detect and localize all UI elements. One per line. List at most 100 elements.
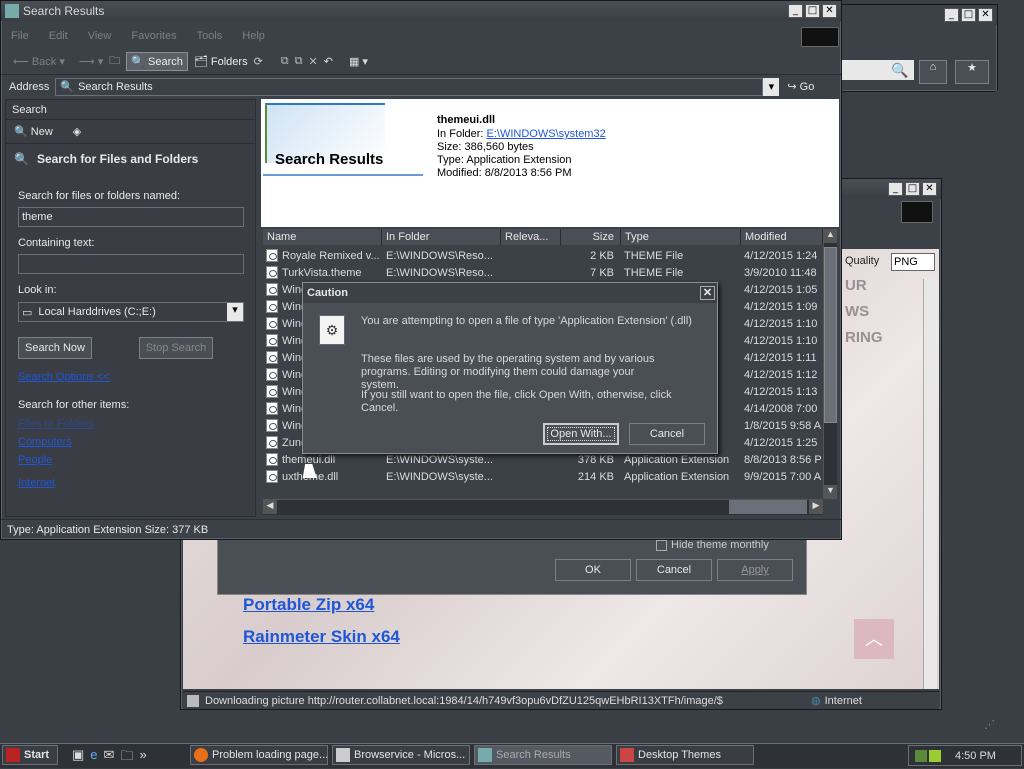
- favorites-icon[interactable]: ★: [955, 60, 989, 84]
- internet-link[interactable]: Internet: [18, 477, 55, 489]
- results-vscrollbar[interactable]: ▲ ▼: [823, 229, 837, 499]
- apply-button[interactable]: Apply: [717, 559, 793, 581]
- scroll-up-icon[interactable]: ▲: [824, 229, 837, 243]
- copy-to-icon[interactable]: ⧉: [295, 55, 303, 68]
- ok-button[interactable]: OK: [555, 559, 631, 581]
- rainmeter-link[interactable]: Rainmeter Skin x64: [243, 627, 400, 647]
- files-folders-link[interactable]: Files or Folders: [18, 418, 94, 430]
- magnifier-icon[interactable]: 🔍: [891, 62, 908, 79]
- maximize-icon[interactable]: □: [961, 8, 976, 22]
- close-icon[interactable]: ✕: [822, 4, 837, 18]
- minimize-icon[interactable]: _: [944, 8, 959, 22]
- network-icon[interactable]: [915, 749, 927, 762]
- ie-status-bar: Downloading picture http://router.collab…: [183, 691, 939, 709]
- hscroll-thumb[interactable]: [729, 500, 807, 514]
- results-hscrollbar[interactable]: ◀ ▶: [263, 499, 823, 515]
- address-input[interactable]: 🔍 Search Results: [55, 77, 764, 96]
- history-icon[interactable]: ⟳: [254, 55, 263, 68]
- cell-modified: 8/8/2013 8:56 P: [744, 453, 822, 466]
- outlook-icon[interactable]: ✉: [104, 747, 115, 769]
- taskbar-item-browservice[interactable]: Browservice - Micros...: [332, 745, 470, 765]
- look-in-select[interactable]: ▭ Local Harddrives (C:;E:) ▾: [18, 302, 244, 322]
- undo-icon[interactable]: ↶: [324, 55, 333, 68]
- themes-cancel-button[interactable]: Cancel: [636, 559, 712, 581]
- containing-input[interactable]: [18, 254, 244, 274]
- address-dropdown-icon[interactable]: ▾: [763, 77, 780, 96]
- close-icon[interactable]: ✕: [922, 182, 937, 196]
- stop-search-button[interactable]: Stop Search: [139, 337, 213, 359]
- file-icon: [266, 334, 278, 347]
- computers-link[interactable]: Computers: [18, 436, 72, 448]
- search-now-button[interactable]: Search Now: [18, 337, 92, 359]
- preview-folder-link[interactable]: E:\WINDOWS\system32: [487, 128, 606, 140]
- start-button[interactable]: Start: [2, 745, 58, 765]
- column-relevance[interactable]: Releva...: [501, 229, 561, 245]
- go-button[interactable]: ↪ Go: [787, 80, 814, 93]
- scroll-right-icon[interactable]: ▶: [809, 500, 823, 514]
- cell-modified: 1/8/2015 9:58 A: [744, 419, 822, 432]
- maximize-icon[interactable]: □: [905, 182, 920, 196]
- search-pane: Search 🔍 New ◈ 🔍 Search for Files and Fol…: [5, 99, 256, 517]
- menu-help[interactable]: Help: [242, 30, 265, 42]
- table-row[interactable]: uxtheme.dll E:\WINDOWS\syste... 214 KB Appl…: [263, 468, 823, 485]
- column-type[interactable]: Type: [621, 229, 741, 245]
- ie-icon[interactable]: e: [90, 747, 97, 769]
- people-link[interactable]: People: [18, 454, 52, 466]
- views-icon[interactable]: ▦ ▾: [349, 55, 368, 68]
- folders-button[interactable]: 🗂 Folders: [194, 55, 248, 68]
- menu-favorites[interactable]: Favorites: [131, 30, 176, 42]
- taskbar-item-desktop-themes[interactable]: Desktop Themes: [616, 745, 754, 765]
- search-results-window: Search Results _ □ ✕ File Edit View Favori…: [0, 0, 842, 540]
- menu-tools[interactable]: Tools: [197, 30, 223, 42]
- column-modified[interactable]: Modified: [741, 229, 823, 245]
- scroll-left-icon[interactable]: ◀: [263, 500, 277, 514]
- portable-zip-link[interactable]: Portable Zip x64: [243, 595, 374, 615]
- show-desktop-icon[interactable]: ▣: [72, 747, 84, 769]
- scroll-top-icon[interactable]: ︿: [854, 619, 894, 659]
- up-folder-icon[interactable]: 🗀: [109, 52, 120, 71]
- new-search-button[interactable]: 🔍 New: [14, 125, 53, 138]
- table-row[interactable]: Royale Remixed v... E:\WINDOWS\Reso... 2 K…: [263, 247, 823, 264]
- search-options-link[interactable]: Search Options <<: [18, 371, 110, 383]
- forward-button[interactable]: ⟶ ▾: [79, 55, 103, 68]
- move-to-icon[interactable]: ⧉: [281, 55, 289, 68]
- search-assistant-icon[interactable]: ◈: [73, 125, 81, 138]
- resize-grip-icon[interactable]: ⋰: [984, 718, 995, 731]
- taskbar-item-search-results[interactable]: Search Results: [474, 745, 612, 765]
- named-label: Search for files or folders named:: [18, 190, 181, 202]
- tray-app-icon[interactable]: [929, 749, 941, 762]
- menu-file[interactable]: File: [11, 30, 29, 42]
- quality-select[interactable]: PNG: [891, 253, 935, 271]
- column-name[interactable]: Name: [263, 229, 382, 245]
- delete-icon[interactable]: ✕: [309, 55, 318, 68]
- hide-theme-checkbox[interactable]: Hide theme monthly: [656, 539, 769, 551]
- menu-bar: File Edit View Favorites Tools Help: [1, 25, 841, 47]
- minimize-icon[interactable]: _: [888, 182, 903, 196]
- web-scrollbar[interactable]: [923, 279, 937, 689]
- column-in-folder[interactable]: In Folder: [382, 229, 501, 245]
- taskbar-item-firefox[interactable]: Problem loading page...: [190, 745, 328, 765]
- column-size[interactable]: Size: [561, 229, 621, 245]
- home-icon[interactable]: ⌂: [919, 60, 947, 84]
- explorer-icon[interactable]: 🗀: [120, 747, 133, 769]
- open-with-button[interactable]: Open With...: [543, 423, 619, 445]
- system-tray: 4:50 PM: [908, 745, 1022, 766]
- maximize-icon[interactable]: □: [805, 4, 820, 18]
- search-button[interactable]: 🔍 Search: [126, 51, 188, 71]
- cancel-button[interactable]: Cancel: [629, 423, 705, 445]
- scroll-down-icon[interactable]: ▼: [824, 485, 837, 499]
- minimize-icon[interactable]: _: [788, 4, 803, 18]
- cell-modified: 3/9/2010 11:48: [744, 266, 817, 279]
- dialog-close-icon[interactable]: ✕: [700, 286, 715, 300]
- file-icon: [266, 317, 278, 330]
- scroll-thumb[interactable]: [824, 247, 837, 423]
- named-input[interactable]: theme: [18, 207, 244, 227]
- windows-logo-icon: [801, 27, 839, 47]
- more-icon[interactable]: »: [139, 747, 146, 769]
- menu-edit[interactable]: Edit: [49, 30, 68, 42]
- menu-view[interactable]: View: [88, 30, 112, 42]
- close-icon[interactable]: ✕: [978, 8, 993, 22]
- table-row[interactable]: TurkVista.theme E:\WINDOWS\Reso... 7 KB THE…: [263, 264, 823, 281]
- back-button[interactable]: ⟵ Back ▾: [13, 55, 65, 68]
- dropdown-arrow-icon[interactable]: ▾: [227, 303, 243, 321]
